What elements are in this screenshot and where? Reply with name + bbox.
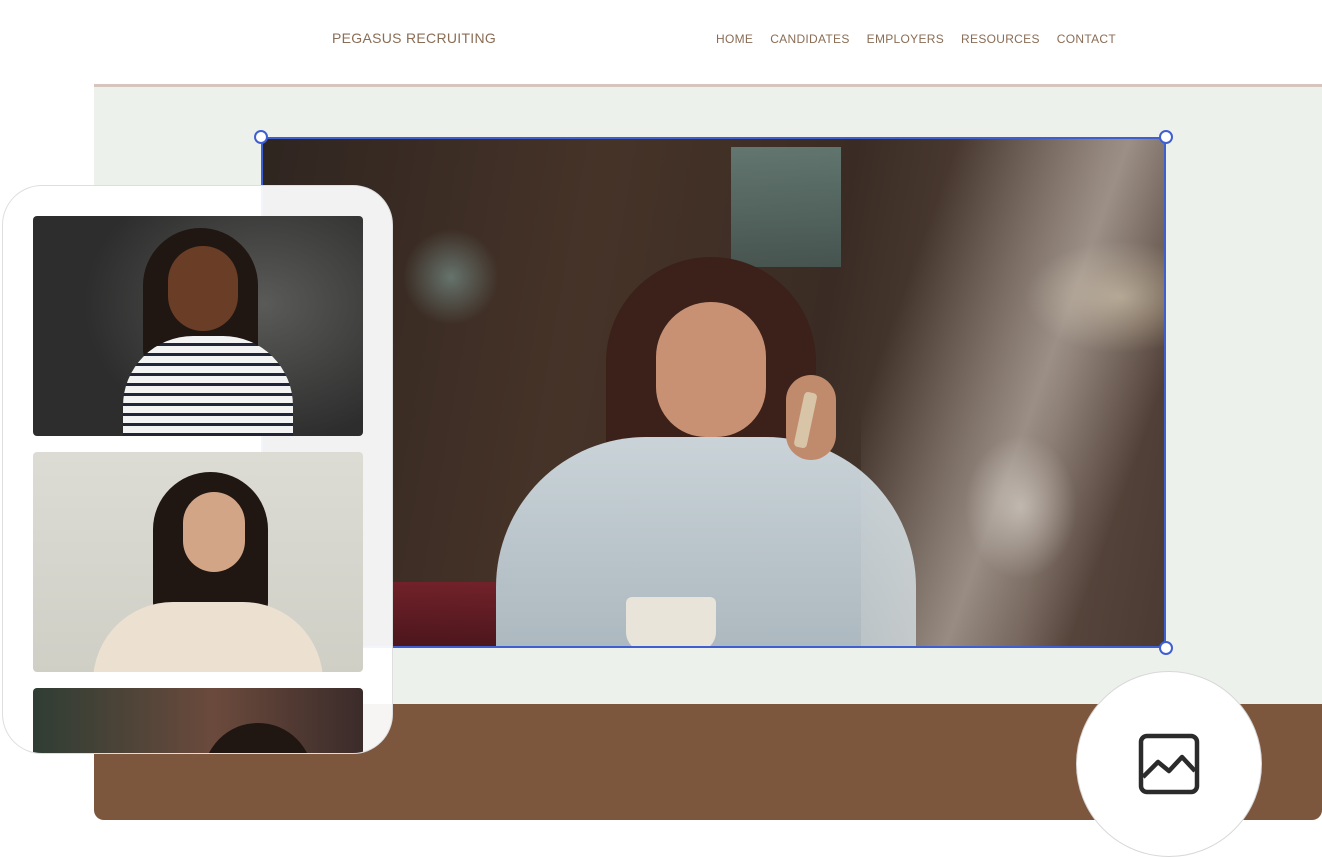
image-picker-panel — [2, 185, 393, 754]
image-thumbnail[interactable] — [33, 688, 363, 753]
resize-handle-top-left[interactable] — [254, 130, 268, 144]
add-image-button[interactable] — [1076, 671, 1262, 857]
thumb-subject-face — [168, 246, 238, 331]
nav-resources[interactable]: RESOURCES — [961, 32, 1040, 46]
hero-coffee-cup — [626, 597, 716, 648]
nav-employers[interactable]: EMPLOYERS — [867, 32, 944, 46]
brand-logo[interactable]: PEGASUS RECRUITING — [332, 30, 496, 46]
main-nav: HOME CANDIDATES EMPLOYERS RESOURCES CONT… — [716, 32, 1116, 46]
thumb-subject-top — [123, 336, 293, 436]
thumb-subject-top — [93, 602, 323, 672]
nav-contact[interactable]: CONTACT — [1057, 32, 1116, 46]
hero-light-glow — [861, 137, 1166, 648]
site-header: PEGASUS RECRUITING HOME CANDIDATES EMPLO… — [0, 0, 1322, 85]
nav-home[interactable]: HOME — [716, 32, 753, 46]
nav-candidates[interactable]: CANDIDATES — [770, 32, 849, 46]
thumb-subject-hair — [203, 723, 313, 753]
hero-subject-face — [656, 302, 766, 437]
image-thumbnail[interactable] — [33, 452, 363, 672]
hero-image[interactable] — [261, 137, 1166, 648]
image-thumbnail[interactable] — [33, 216, 363, 436]
image-icon — [1138, 733, 1200, 795]
hero-bg-window — [731, 147, 841, 267]
resize-handle-bottom-right[interactable] — [1159, 641, 1173, 655]
thumb-subject-face — [183, 492, 245, 572]
resize-handle-top-right[interactable] — [1159, 130, 1173, 144]
